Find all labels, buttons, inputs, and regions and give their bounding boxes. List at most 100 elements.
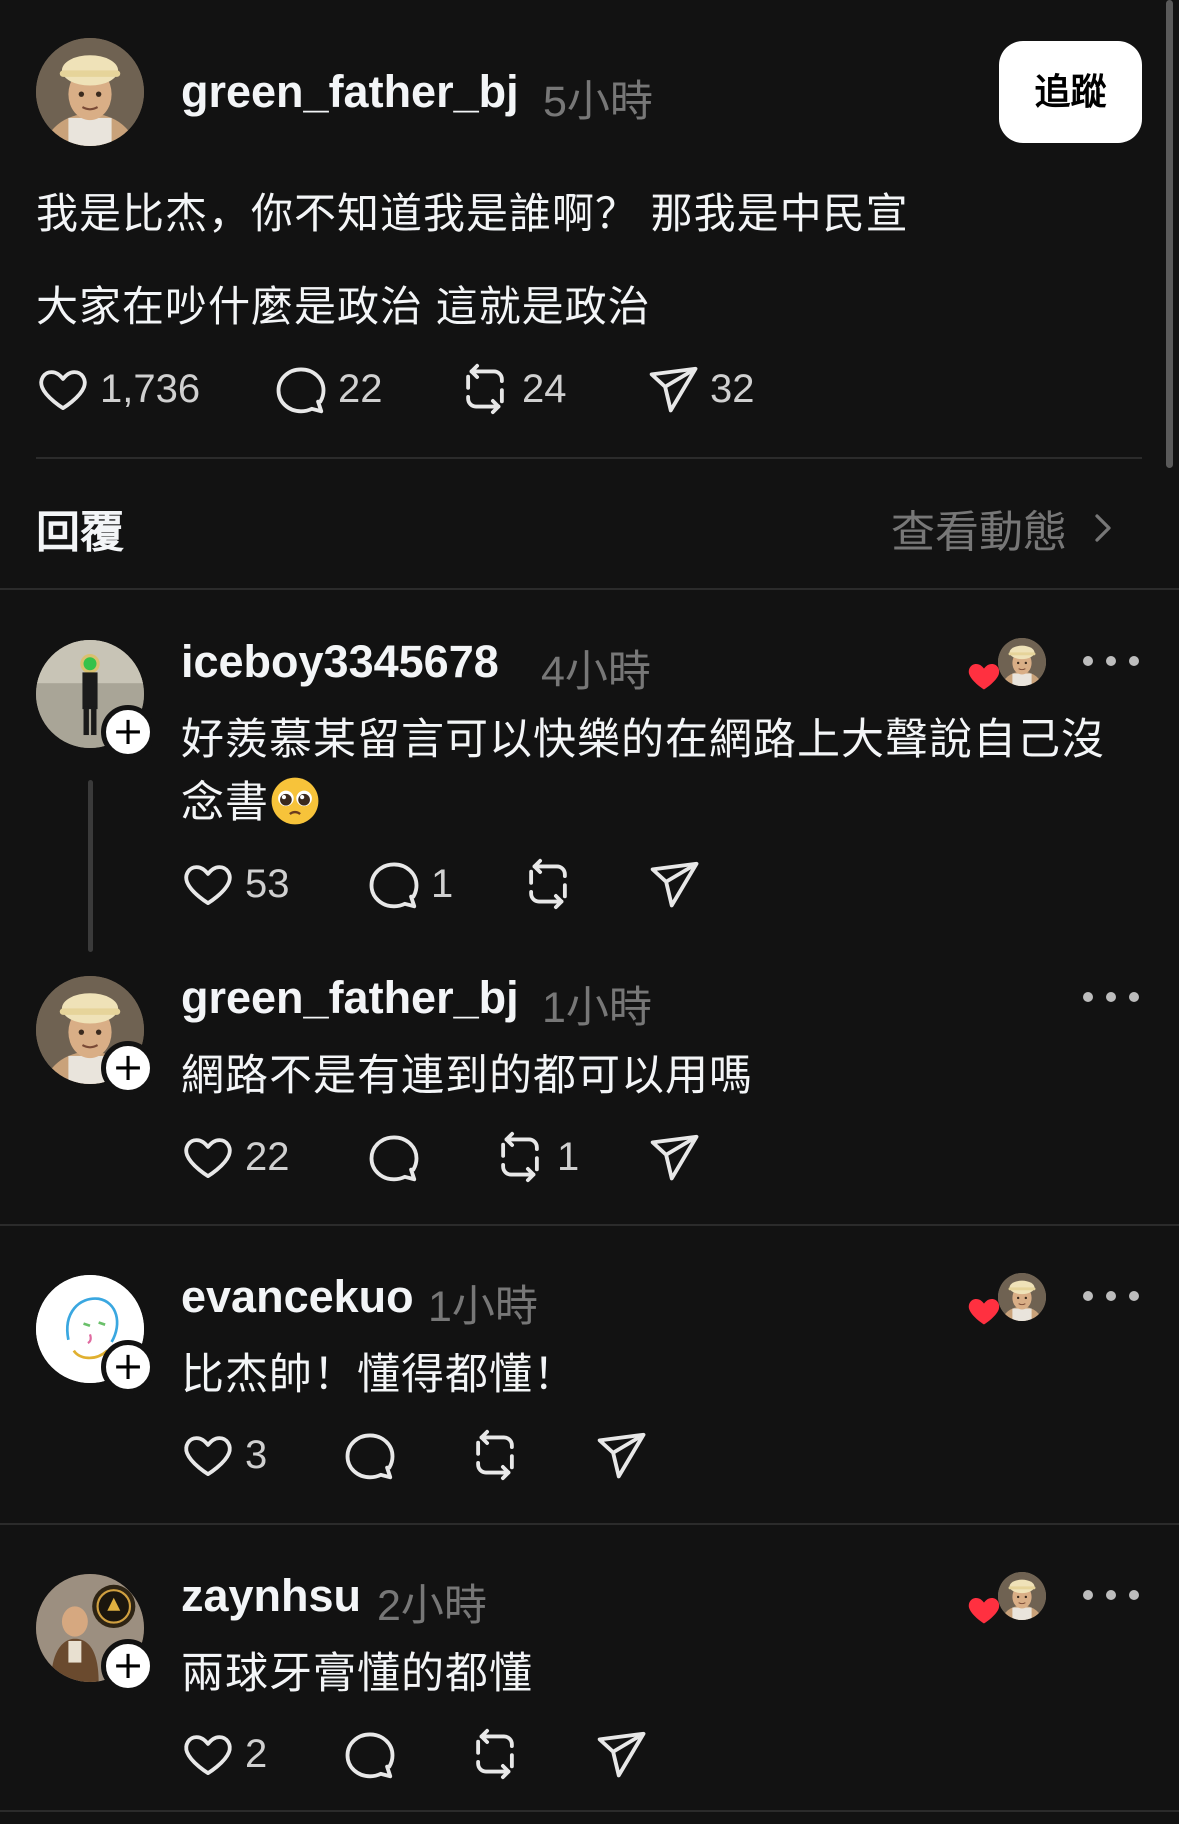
heart-icon <box>181 1130 235 1184</box>
section-divider <box>0 1810 1179 1812</box>
follow-button[interactable]: 追蹤 <box>999 41 1142 143</box>
share-button[interactable] <box>594 1726 648 1782</box>
repost-button[interactable] <box>468 1726 522 1782</box>
like-button[interactable]: 3 <box>181 1427 267 1483</box>
heart-filled-icon <box>968 1299 1000 1325</box>
replies-heading: 回覆 <box>36 508 124 557</box>
main-post: green_father_bj 5小時 追蹤 我是比杰，你不知道我是誰啊？ 那我… <box>0 0 1179 590</box>
like-count: 1,736 <box>100 366 201 411</box>
chevron-right-icon <box>1095 514 1111 542</box>
follow-plus-badge[interactable]: + <box>101 705 155 759</box>
section-divider <box>0 588 1179 590</box>
repost-icon <box>521 857 575 911</box>
reply-time: 1小時 <box>542 984 652 1032</box>
reply-text-line-2: 念書 <box>181 768 321 830</box>
reply-time: 2小時 <box>377 1582 487 1630</box>
share-icon <box>594 1727 648 1781</box>
author-liked-indicator <box>966 1572 1046 1628</box>
repost-button[interactable]: 24 <box>458 361 567 417</box>
heart-icon <box>181 1428 235 1482</box>
reply-time: 1小時 <box>428 1283 538 1331</box>
repost-button[interactable] <box>468 1427 522 1483</box>
comment-button[interactable]: 22 <box>274 361 383 417</box>
repost-icon <box>458 362 512 416</box>
like-button[interactable]: 1,736 <box>36 361 200 417</box>
comment-icon <box>343 1428 397 1482</box>
repost-count: 1 <box>557 1134 580 1179</box>
like-count: 53 <box>245 861 290 906</box>
comment-count: 22 <box>338 366 383 411</box>
like-button[interactable]: 2 <box>181 1726 267 1782</box>
reply-actions: 53 1 <box>181 856 881 912</box>
reply-username[interactable]: iceboy3345678 <box>181 636 499 688</box>
more-options-icon[interactable] <box>1083 1580 1139 1610</box>
repost-button[interactable] <box>521 856 575 912</box>
share-icon <box>647 1130 701 1184</box>
reply-text-line-1: 網路不是有連到的都可以用嗎 <box>181 1052 753 1100</box>
share-count: 32 <box>710 366 755 411</box>
author-avatar <box>998 638 1046 686</box>
share-icon <box>646 362 700 416</box>
follow-plus-badge[interactable]: + <box>101 1340 155 1394</box>
more-options-icon[interactable] <box>1083 1281 1139 1311</box>
heart-icon <box>36 362 90 416</box>
more-options-icon[interactable] <box>1083 982 1139 1012</box>
post-actions: 1,736 22 24 32 <box>36 361 936 417</box>
reply-text-line-1: 好羨慕某留言可以快樂的在網路上大聲說自己沒 <box>181 716 1105 764</box>
reply-actions: 22 1 <box>181 1129 881 1185</box>
comment-count: 1 <box>431 861 454 906</box>
divider <box>36 457 1142 459</box>
view-activity-link[interactable]: 查看動態 <box>891 496 1121 560</box>
reply-username[interactable]: evancekuo <box>181 1271 414 1323</box>
share-button[interactable] <box>647 856 701 912</box>
post-time: 5小時 <box>543 78 653 126</box>
share-button[interactable] <box>647 1129 701 1185</box>
avatar[interactable] <box>36 38 144 146</box>
reply-text-line-1: 比杰帥！懂得都懂！ <box>181 1351 577 1399</box>
repost-icon <box>493 1130 547 1184</box>
comment-button[interactable] <box>367 1129 421 1185</box>
profile-photo <box>998 1572 1046 1620</box>
post-text-line-1: 我是比杰，你不知道我是誰啊？ 那我是中民宣 <box>36 190 909 237</box>
section-divider <box>0 1224 1179 1226</box>
reply-actions: 2 <box>181 1726 881 1782</box>
profile-photo <box>998 638 1046 686</box>
comment-button[interactable]: 1 <box>367 856 453 912</box>
repost-icon <box>468 1428 522 1482</box>
comment-button[interactable] <box>343 1726 397 1782</box>
pleading-face-icon <box>271 777 319 825</box>
reply-username[interactable]: zaynhsu <box>181 1570 361 1622</box>
comment-icon <box>367 1130 421 1184</box>
author-avatar <box>998 1273 1046 1321</box>
repost-button[interactable]: 1 <box>493 1129 579 1185</box>
comment-icon <box>274 362 328 416</box>
share-button[interactable] <box>594 1427 648 1483</box>
like-button[interactable]: 22 <box>181 1129 290 1185</box>
repost-count: 24 <box>522 366 567 411</box>
heart-filled-icon <box>968 664 1000 690</box>
repost-icon <box>468 1727 522 1781</box>
follow-plus-badge[interactable]: + <box>101 1041 155 1095</box>
comment-button[interactable] <box>343 1427 397 1483</box>
section-divider <box>0 1523 1179 1525</box>
reply-text-fragment: 念書 <box>181 779 269 827</box>
comment-icon <box>367 857 421 911</box>
author-avatar <box>998 1572 1046 1620</box>
follow-plus-badge[interactable]: + <box>101 1639 155 1693</box>
profile-photo <box>36 38 144 146</box>
heart-filled-icon <box>968 1598 1000 1624</box>
post-username[interactable]: green_father_bj <box>181 66 519 118</box>
thread-line <box>88 780 93 952</box>
more-options-icon[interactable] <box>1083 646 1139 676</box>
profile-photo <box>998 1273 1046 1321</box>
share-button[interactable]: 32 <box>646 361 755 417</box>
post-text-line-2: 大家在吵什麼是政治 這就是政治 <box>36 283 651 330</box>
reply-username[interactable]: green_father_bj <box>181 972 519 1024</box>
heart-icon <box>181 857 235 911</box>
view-activity-label: 查看動態 <box>891 508 1067 557</box>
author-liked-indicator <box>966 638 1046 694</box>
like-button[interactable]: 53 <box>181 856 290 912</box>
share-icon <box>594 1428 648 1482</box>
author-liked-indicator <box>966 1273 1046 1329</box>
like-count: 3 <box>245 1432 268 1477</box>
